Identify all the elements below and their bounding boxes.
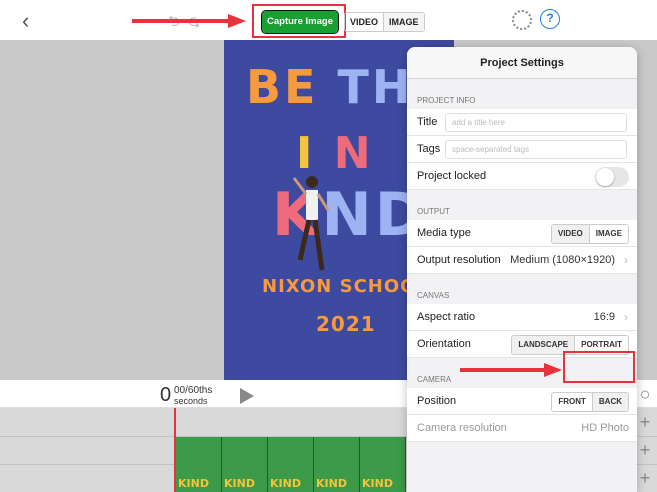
orientation-label: Orientation xyxy=(417,338,471,350)
back-option[interactable]: BACK xyxy=(591,393,628,411)
help-icon[interactable]: ? xyxy=(540,9,560,29)
capture-image-button[interactable]: Capture Image xyxy=(261,10,339,34)
project-settings-popover: Project Settings PROJECT INFO Title add … xyxy=(407,47,637,492)
camera-res-row: Camera resolution HD Photo xyxy=(407,415,637,442)
aspect-row[interactable]: Aspect ratio 16:9 › xyxy=(407,304,637,331)
clip-frame: KIND xyxy=(222,437,268,492)
add-track-icon[interactable]: + xyxy=(636,440,654,461)
section-output: OUTPUT xyxy=(417,207,450,216)
playhead[interactable] xyxy=(174,408,176,492)
locked-label: Project locked xyxy=(417,170,487,182)
title-input[interactable]: add a title here xyxy=(445,113,627,132)
mode-video-option[interactable]: VIDEO xyxy=(345,13,383,31)
position-label: Position xyxy=(417,395,457,407)
poster-line-5: 2021 xyxy=(316,312,376,336)
mode-toggle[interactable]: VIDEO IMAGE xyxy=(344,12,425,32)
popover-title: Project Settings xyxy=(407,47,637,79)
camera-position-toggle[interactable]: FRONT BACK xyxy=(551,392,629,412)
add-track-icon[interactable]: + xyxy=(636,468,654,489)
time-seconds: 0 xyxy=(160,384,172,406)
chevron-right-icon: › xyxy=(624,253,628,267)
resolution-label: Output resolution xyxy=(417,254,501,266)
title-label: Title xyxy=(417,116,438,128)
chevron-right-icon: › xyxy=(624,310,628,324)
resolution-row[interactable]: Output resolution Medium (1080×1920) › xyxy=(407,247,637,274)
time-unit: seconds xyxy=(174,396,208,406)
locked-row: Project locked xyxy=(407,163,637,190)
position-row: Position FRONT BACK xyxy=(407,388,637,415)
dancer-figure xyxy=(292,176,330,271)
back-chevron-icon[interactable]: ‹ xyxy=(22,8,29,34)
clip-frame: KIND xyxy=(314,437,360,492)
aspect-label: Aspect ratio xyxy=(417,311,476,323)
media-video-option[interactable]: VIDEO xyxy=(551,225,589,243)
media-type-row: Media type VIDEO IMAGE xyxy=(407,220,637,247)
clip-frame: KIND xyxy=(268,437,314,492)
mode-image-option[interactable]: IMAGE xyxy=(383,13,424,31)
resolution-value: Medium (1080×1920) xyxy=(510,254,615,266)
tags-label: Tags xyxy=(417,143,441,155)
top-toolbar: ‹ ⮌ ⮎ Capture Image VIDEO IMAGE ? xyxy=(0,0,657,40)
add-track-icon[interactable]: + xyxy=(636,412,654,433)
media-image-option[interactable]: IMAGE xyxy=(588,225,628,243)
front-option[interactable]: FRONT xyxy=(552,393,592,411)
portrait-highlight-box xyxy=(563,351,635,383)
title-row: Title add a title here xyxy=(407,109,637,136)
mask-icon[interactable]: ○ xyxy=(636,384,654,405)
section-project-info: PROJECT INFO xyxy=(417,96,476,105)
poster-line-4: NIXON SCHOOL xyxy=(262,276,429,297)
aspect-value: 16:9 xyxy=(593,311,615,323)
camera-res-value: HD Photo xyxy=(581,422,629,434)
time-fraction: 00/60ths xyxy=(174,385,213,396)
project-locked-toggle[interactable] xyxy=(595,167,629,187)
poster-line-1: BE TH xyxy=(246,60,414,114)
camera-res-label: Camera resolution xyxy=(417,422,507,434)
clip-frame: KIND xyxy=(176,437,222,492)
tags-row: Tags space-separated tags xyxy=(407,136,637,163)
annotation-arrow-capture xyxy=(132,14,246,28)
media-type-label: Media type xyxy=(417,227,471,239)
clip-frame: KIND xyxy=(360,437,406,492)
gear-icon[interactable] xyxy=(512,10,532,30)
video-clip[interactable]: KIND KIND KIND KIND KIND xyxy=(176,437,406,492)
section-canvas: CANVAS xyxy=(417,291,450,300)
tags-input[interactable]: space-separated tags xyxy=(445,140,627,159)
media-type-toggle[interactable]: VIDEO IMAGE xyxy=(550,224,629,244)
play-icon[interactable] xyxy=(240,388,254,404)
annotation-arrow-portrait xyxy=(460,363,562,377)
